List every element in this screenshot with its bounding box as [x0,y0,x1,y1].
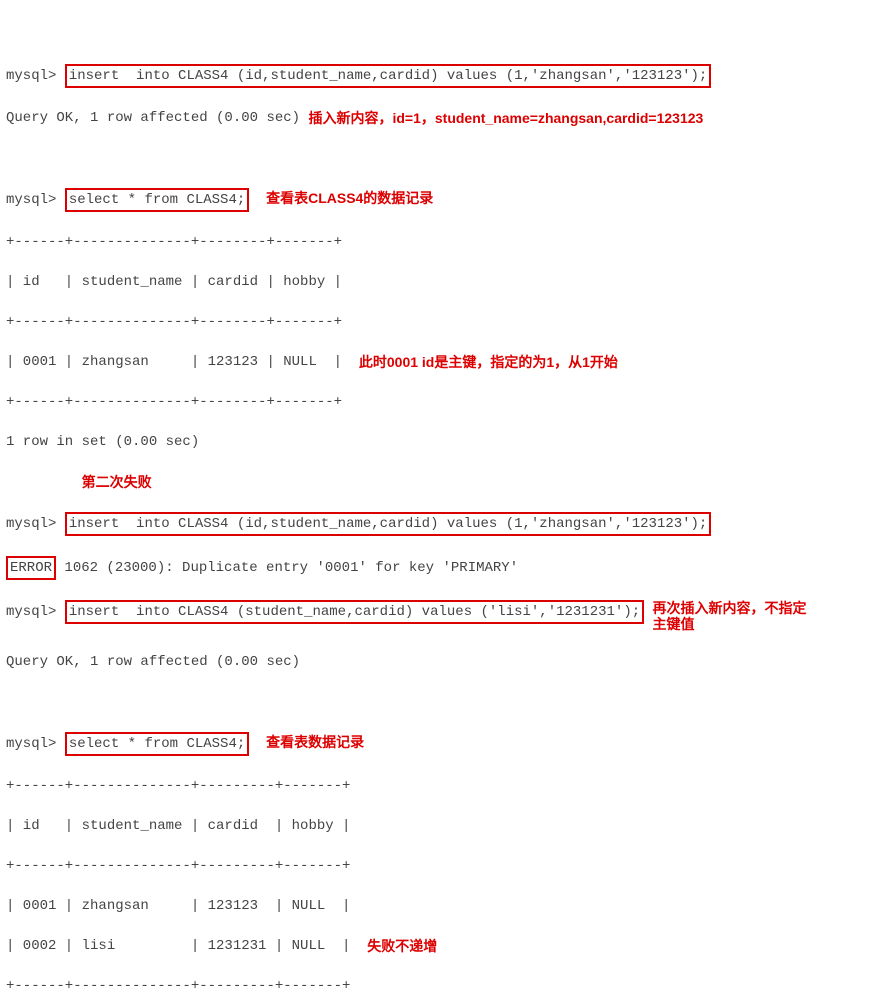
line-insert-1: mysql> insert into CLASS4 (id,student_na… [6,64,890,88]
line-select-1: mysql> select * from CLASS4; 查看表CLASS4的数… [6,188,890,212]
line-insert-2: mysql> insert into CLASS4 (id,student_na… [6,512,890,536]
blank-2 [6,692,890,712]
table1-header: | id | student_name | cardid | hobby | [6,272,890,292]
table2-row-1: | 0001 | zhangsan | 123123 | NULL | [6,896,890,916]
line-select-2: mysql> select * from CLASS4; 查看表数据记录 [6,732,890,756]
line-ok-2: Query OK, 1 row affected (0.00 sec) [6,652,890,672]
table1-row1-text: | 0001 | zhangsan | 123123 | NULL | [6,354,342,370]
rows-in-set-1: 1 row in set (0.00 sec) [6,432,890,452]
sql-insert-3: insert into CLASS4 (student_name,cardid)… [65,600,644,624]
prompt: mysql> [6,736,56,752]
prompt: mysql> [6,192,56,208]
annotation-no-increment: 失败不递增 [367,936,437,956]
annotation-select-2: 查看表数据记录 [266,732,364,752]
line-insert-3: mysql> insert into CLASS4 (student_name,… [6,600,890,632]
table2-row-2: | 0002 | lisi | 1231231 | NULL | 失败不递增 [6,936,890,956]
annotation-insert-3b: 主键值 [653,616,695,632]
result-ok-1: Query OK, 1 row affected (0.00 sec) [6,110,300,126]
table2-border-mid: +------+--------------+---------+-------… [6,856,890,876]
table2-row2-text: | 0002 | lisi | 1231231 | NULL | [6,938,350,954]
line-ok-1: Query OK, 1 row affected (0.00 sec) 插入新内… [6,108,890,128]
annotation-row-pk: 此时0001 id是主键，指定的为1，从1开始 [359,352,618,372]
line-error: ERROR 1062 (23000): Duplicate entry '000… [6,556,890,580]
sql-select-1: select * from CLASS4; [65,188,249,212]
error-message: 1062 (23000): Duplicate entry '0001' for… [64,560,518,576]
error-keyword: ERROR [6,556,56,580]
sql-insert-1: insert into CLASS4 (id,student_name,card… [65,64,712,88]
table2-border-top: +------+--------------+---------+-------… [6,776,890,796]
table1-border-mid: +------+--------------+--------+-------+ [6,312,890,332]
prompt: mysql> [6,68,56,84]
table1-border-top: +------+--------------+--------+-------+ [6,232,890,252]
prompt: mysql> [6,516,56,532]
sql-insert-2: insert into CLASS4 (id,student_name,card… [65,512,712,536]
table1-border-bot: +------+--------------+--------+-------+ [6,392,890,412]
annotation-second-fail-line: 第二次失败 [6,472,890,492]
sql-select-2: select * from CLASS4; [65,732,249,756]
table2-border-bot: +------+--------------+---------+-------… [6,976,890,996]
annotation-select-1: 查看表CLASS4的数据记录 [266,188,433,208]
blank-1 [6,148,890,168]
annotation-insert-3a: 再次插入新内容，不指定 [653,600,807,616]
prompt: mysql> [6,604,56,620]
annotation-insert-3: 再次插入新内容，不指定主键值 [653,600,807,632]
annotation-insert-1: 插入新内容，id=1，student_name=zhangsan,cardid=… [308,108,703,128]
annotation-second-fail: 第二次失败 [82,472,152,492]
table1-row-1: | 0001 | zhangsan | 123123 | NULL | 此时00… [6,352,890,372]
table2-header: | id | student_name | cardid | hobby | [6,816,890,836]
